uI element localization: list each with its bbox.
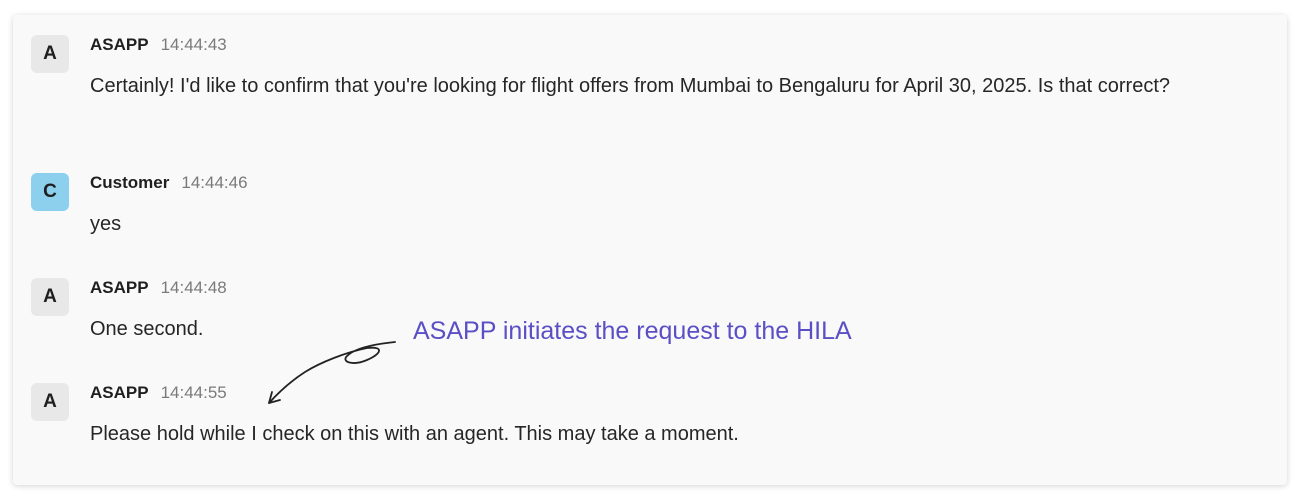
message-timestamp: 14:44:43 [160, 35, 227, 54]
sender-name: ASAPP [90, 278, 149, 297]
message-text: yes [90, 213, 122, 235]
message-text: Please hold while I check on this with a… [90, 423, 739, 445]
sender-name: ASAPP [90, 383, 149, 402]
avatar: C [31, 173, 69, 211]
message-timestamp: 14:44:48 [160, 278, 227, 297]
annotation-callout: ASAPP initiates the request to the HILA [413, 317, 852, 345]
message-header: ASAPP 14:44:48 [90, 278, 227, 300]
message-timestamp: 14:44:46 [181, 173, 248, 192]
message-text: Certainly! I'd like to confirm that you'… [90, 75, 1170, 97]
avatar: A [31, 35, 69, 73]
annotation-arrow-icon [268, 341, 396, 404]
message-header: ASAPP 14:44:43 [90, 35, 227, 57]
avatar: A [31, 278, 69, 316]
avatar: A [31, 383, 69, 421]
sender-name: ASAPP [90, 35, 149, 54]
message-header: Customer 14:44:46 [90, 173, 248, 195]
sender-name: Customer [90, 173, 170, 192]
message-header: ASAPP 14:44:55 [90, 383, 227, 405]
chat-transcript-panel: A ASAPP 14:44:43 Certainly! I'd like to … [13, 15, 1287, 485]
message-timestamp: 14:44:55 [160, 383, 227, 402]
